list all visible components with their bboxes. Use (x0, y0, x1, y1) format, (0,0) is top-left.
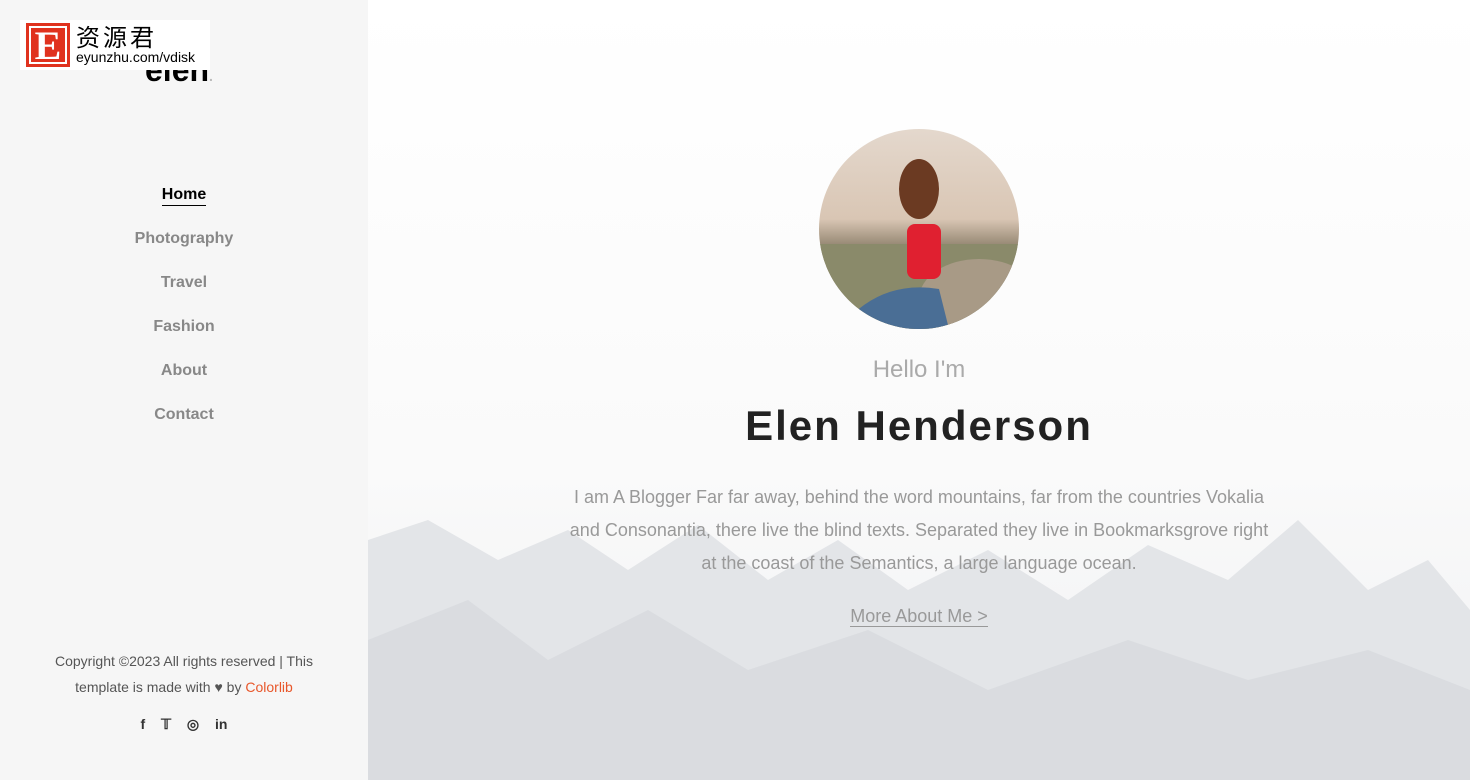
instagram-icon[interactable]: ◎ (187, 716, 199, 732)
more-about-me-link[interactable]: More About Me > (850, 606, 988, 627)
social-links: f 𝕋 ◎ in (0, 716, 368, 733)
hero-section: Hello I'm Elen Henderson I am A Blogger … (368, 0, 1470, 780)
nav-fashion[interactable]: Fashion (0, 312, 368, 356)
logo-dot: . (209, 68, 213, 84)
nav-label: Home (161, 186, 207, 206)
watermark-e-icon: E (26, 23, 70, 68)
watermark-logo: E 资源君 eyunzhu.com/vdisk (20, 20, 210, 70)
facebook-icon[interactable]: f (141, 716, 146, 732)
nav-photography[interactable]: Photography (0, 224, 368, 268)
linkedin-icon[interactable]: in (215, 716, 227, 732)
twitter-icon[interactable]: 𝕋 (161, 716, 171, 732)
colorlib-link[interactable]: Colorlib (245, 679, 292, 695)
nav-contact[interactable]: Contact (0, 400, 368, 444)
nav-home[interactable]: Home (0, 180, 368, 224)
nav-about[interactable]: About (0, 356, 368, 400)
watermark-chinese: 资源君 (76, 24, 157, 52)
main-nav: Home Photography Travel Fashion About Co… (0, 180, 368, 444)
greeting: Hello I'm (872, 356, 966, 383)
heart-icon: ♥ (214, 679, 223, 695)
profile-photo (819, 129, 1019, 329)
bio-text: I am A Blogger Far far away, behind the … (569, 487, 1269, 573)
watermark-url: eyunzhu.com/vdisk (76, 49, 196, 65)
nav-travel[interactable]: Travel (0, 268, 368, 312)
copyright: Copyright ©2023 All rights reserved | Th… (40, 648, 328, 700)
by-text: by (226, 679, 242, 695)
hero-name: Elen Henderson (745, 402, 1093, 449)
sidebar: elen. E 资源君 eyunzhu.com/vdisk Home Photog… (0, 0, 368, 780)
